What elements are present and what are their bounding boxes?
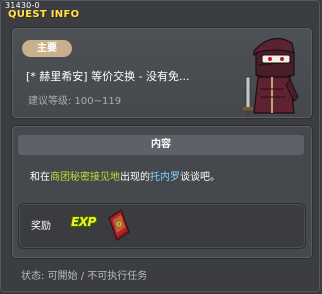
description-text: 出现的: [120, 172, 150, 183]
quest-info-window: 31430-0 QUEST INFO 主要 [* 赫里希安] 等价交换 - 没有…: [0, 0, 320, 292]
quest-header-panel: 主要 [* 赫里希安] 等价交换 - 没有免... 建议等级: 100~119: [11, 27, 313, 119]
quest-category-badge: 主要: [22, 40, 72, 57]
reward-box: 奖励 EXP: [18, 203, 306, 249]
quest-description: 和在商团秘密接见地出现的托内罗谈谈吧。: [30, 168, 302, 183]
npc-portrait-icon: [243, 37, 299, 116]
window-title: QUEST INFO: [8, 9, 80, 20]
quest-status: 状态: 可開始 / 不可执行任务: [21, 271, 148, 282]
content-header: 内容: [18, 135, 304, 155]
scroll-icon[interactable]: [105, 208, 131, 242]
description-text: 谈谈吧。: [180, 172, 220, 183]
quest-level-requirement: 建议等级: 100~119: [28, 96, 122, 107]
quest-content-panel: 内容 和在商团秘密接见地出现的托内罗谈谈吧。 奖励 EXP: [11, 125, 313, 259]
reward-label: 奖励: [31, 221, 51, 232]
description-npc-link[interactable]: 托内罗: [150, 172, 180, 183]
description-place-link[interactable]: 商团秘密接见地: [50, 172, 120, 183]
exp-icon[interactable]: EXP: [71, 215, 96, 229]
quest-name: [* 赫里希安] 等价交换 - 没有免...: [26, 70, 190, 83]
description-text: 和在: [30, 172, 50, 183]
